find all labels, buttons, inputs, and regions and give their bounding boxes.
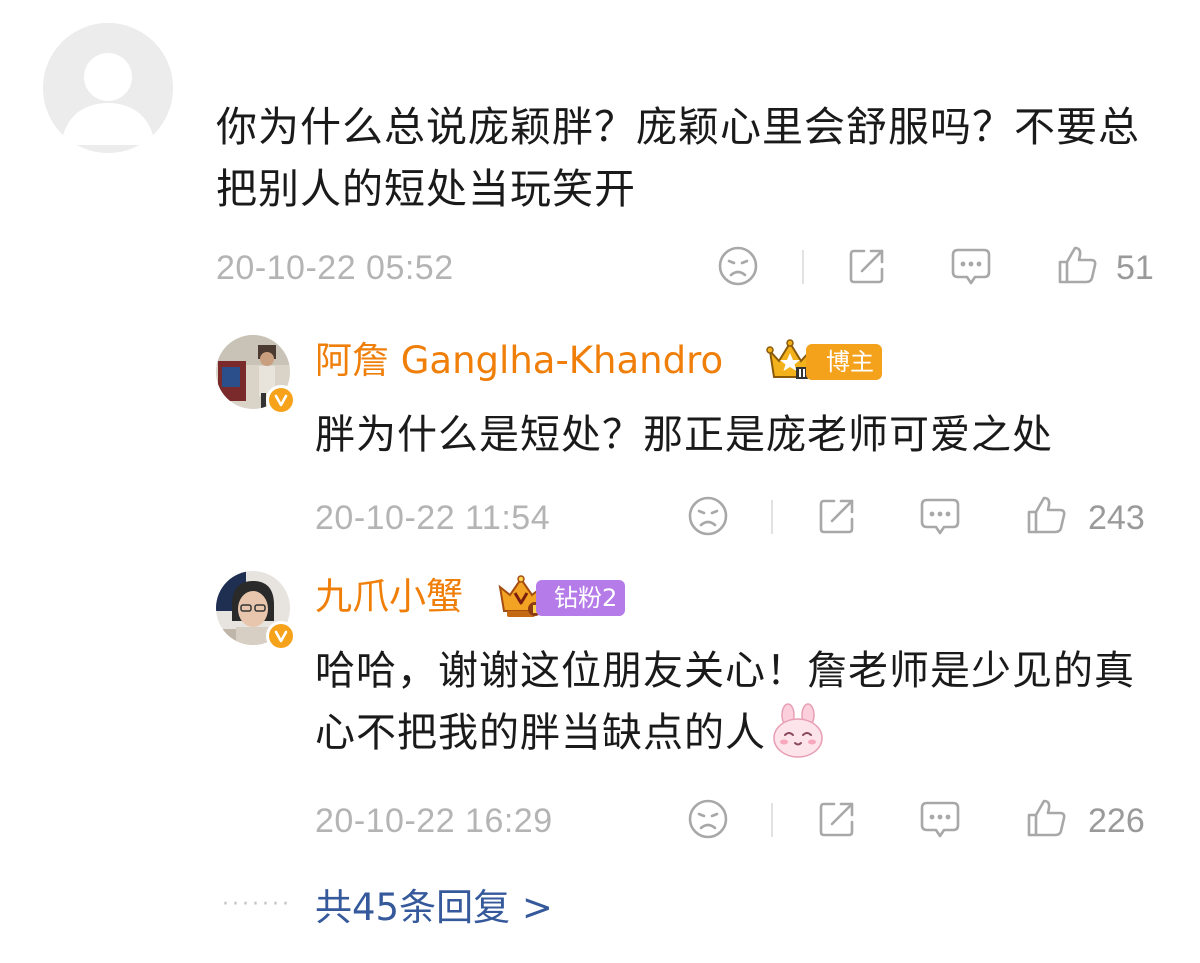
action-divider [771, 500, 773, 534]
comment-icon [920, 801, 960, 838]
like-button[interactable] [1024, 796, 1068, 840]
bunny-emoji-icon [770, 703, 826, 759]
comment-icon [920, 498, 960, 535]
comment-timestamp: 20-10-22 05:52 [216, 249, 454, 287]
reply-username[interactable]: 阿詹 Ganglha-Khandro [315, 338, 723, 384]
like-button[interactable] [1024, 493, 1068, 537]
reply-text: 哈哈，谢谢这位朋友关心！詹老师是少见的真心不把我的胖当缺点的人 [315, 640, 1175, 764]
comment-text: 你为什么总说庞颖胖？庞颖心里会舒服吗？不要总把别人的短处当玩笑开 [216, 103, 1140, 213]
fan-level-badge: 钻粉2 [536, 580, 626, 616]
action-divider [802, 250, 804, 284]
default-avatar-icon [43, 23, 173, 153]
comment-icon [951, 248, 991, 285]
share-icon [819, 802, 854, 837]
sad-face-icon [688, 496, 728, 536]
share-button[interactable] [815, 494, 859, 538]
more-replies-dots: ······· [222, 892, 292, 917]
reply-text: 胖为什么是短处？那正是庞老师可爱之处 [315, 412, 1053, 458]
sad-face-icon [688, 799, 728, 839]
share-button[interactable] [845, 244, 889, 288]
reply-button[interactable] [918, 797, 962, 841]
dislike-button[interactable] [716, 244, 760, 288]
reply-timestamp: 20-10-22 11:54 [315, 499, 551, 537]
thumbs-up-icon [1058, 246, 1097, 284]
verified-icon [266, 621, 296, 651]
dislike-button[interactable] [686, 797, 730, 841]
reply-username[interactable]: 九爪小蟹 [315, 574, 463, 620]
reply-button[interactable] [918, 494, 962, 538]
verified-icon [266, 385, 296, 415]
like-button[interactable] [1055, 243, 1099, 287]
action-divider [771, 803, 773, 837]
share-icon [849, 249, 884, 284]
blogger-badge: 博主 [806, 344, 882, 380]
sad-face-icon [718, 246, 758, 286]
reply-text-content: 哈哈，谢谢这位朋友关心！詹老师是少见的真心不把我的胖当缺点的人 [315, 648, 1135, 756]
like-count: 51 [1116, 249, 1154, 287]
like-count: 243 [1088, 499, 1145, 537]
share-icon [819, 499, 854, 534]
commenter-avatar[interactable] [43, 23, 173, 153]
reply-timestamp: 20-10-22 16:29 [315, 802, 553, 840]
share-button[interactable] [815, 797, 859, 841]
like-count: 226 [1088, 802, 1145, 840]
thumbs-up-icon [1027, 496, 1066, 534]
reply-button[interactable] [949, 244, 993, 288]
thumbs-up-icon [1027, 799, 1066, 837]
view-all-replies-link[interactable]: 共45条回复 > [315, 886, 553, 930]
dislike-button[interactable] [686, 494, 730, 538]
